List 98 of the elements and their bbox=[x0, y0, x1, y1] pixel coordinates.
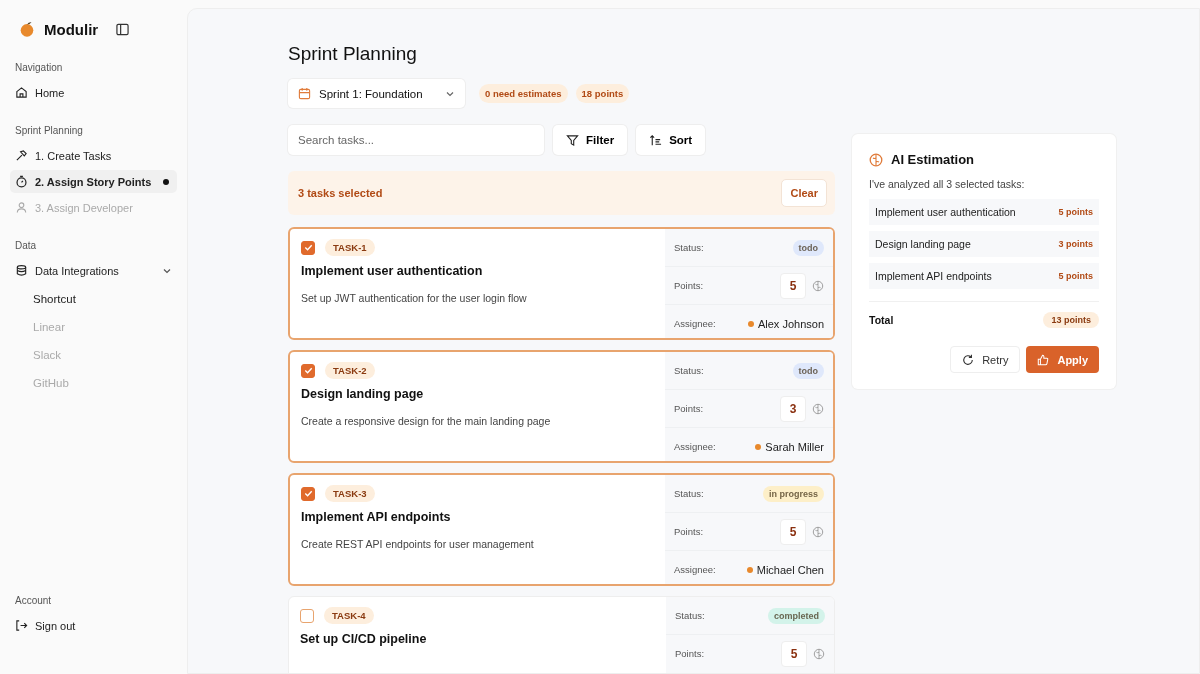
task-title: Set up CI/CD pipeline bbox=[300, 632, 428, 646]
selection-count: 3 tasks selected bbox=[298, 187, 383, 199]
status-badge: in progress bbox=[763, 485, 824, 502]
total-badge: 13 points bbox=[1043, 312, 1099, 328]
sidebar-item[interactable]: 1. Create Tasks bbox=[10, 144, 177, 167]
estimate-points: 5 points bbox=[1058, 271, 1093, 281]
filter-icon bbox=[566, 133, 579, 147]
field-label: Points: bbox=[674, 403, 704, 414]
estimate-task: Design landing page bbox=[875, 238, 971, 250]
check-icon bbox=[302, 242, 314, 253]
panel-title: AI Estimation bbox=[891, 152, 975, 167]
assignee-name: Sarah Miller bbox=[765, 440, 824, 453]
assignee-dot-icon bbox=[755, 443, 762, 450]
app-name: Modulir bbox=[44, 20, 99, 38]
hammer-icon bbox=[15, 149, 28, 162]
active-dot-icon bbox=[163, 178, 169, 185]
task-checkbox[interactable] bbox=[300, 608, 314, 623]
calendar-icon bbox=[298, 87, 311, 100]
check-icon bbox=[302, 365, 314, 376]
status-badge: completed bbox=[768, 607, 825, 624]
filter-button[interactable]: Filter bbox=[553, 125, 628, 155]
field-label: Assignee: bbox=[674, 318, 716, 329]
task-description: Create a responsive design for the main landing page bbox=[301, 415, 552, 427]
task-description: Set up JWT authentication for the user login flow bbox=[301, 292, 528, 304]
field-label: Status: bbox=[674, 488, 704, 499]
sidebar-subitem[interactable]: Shortcut bbox=[10, 285, 177, 313]
status-badge: todo bbox=[792, 362, 824, 379]
section-heading: Data bbox=[14, 240, 38, 251]
sort-button[interactable]: Sort bbox=[636, 125, 706, 155]
sidebar-toggle-icon[interactable] bbox=[116, 22, 130, 36]
brain-icon[interactable] bbox=[812, 402, 824, 415]
status-badge: todo bbox=[792, 239, 824, 256]
search-field[interactable]: Search tasks... bbox=[288, 125, 544, 155]
task-id-badge: TASK-4 bbox=[324, 607, 374, 624]
field-label: Points: bbox=[674, 280, 704, 291]
home-icon bbox=[15, 86, 28, 99]
apply-button[interactable]: Apply bbox=[1026, 346, 1099, 373]
count-badge: 18 points bbox=[575, 84, 630, 103]
panel-intro: I've analyzed all 3 selected tasks: bbox=[869, 178, 1026, 190]
database-icon bbox=[15, 264, 28, 277]
total-label: Total bbox=[869, 314, 894, 326]
count-badge: 0 need estimates bbox=[479, 84, 568, 103]
sidebar-item[interactable]: 2. Assign Story Points bbox=[10, 170, 177, 193]
field-label: Assignee: bbox=[674, 564, 716, 575]
task-title: Implement user authentication bbox=[301, 264, 484, 278]
brain-icon[interactable] bbox=[812, 525, 824, 538]
points-field[interactable]: 5 bbox=[781, 640, 807, 667]
field-label: Assignee: bbox=[674, 441, 716, 452]
field-label: Points: bbox=[675, 648, 705, 659]
task-card[interactable]: TASK-1 Implement user authentication Set up JWT authentication for the user login flow Status: todo Points: 5 Assignee: Alex Johnson bbox=[288, 227, 835, 340]
sprint-select[interactable]: Sprint 1: Foundation bbox=[288, 79, 465, 108]
check-icon bbox=[302, 488, 314, 499]
points-field[interactable]: 3 bbox=[780, 395, 806, 422]
section-heading: Account bbox=[14, 595, 53, 606]
clear-button[interactable]: Clear bbox=[781, 179, 827, 207]
timer-icon bbox=[15, 175, 28, 188]
estimate-task: Implement user authentication bbox=[875, 206, 1016, 218]
brain-icon[interactable] bbox=[812, 279, 824, 292]
sign-out-icon bbox=[15, 619, 28, 632]
thumbs-up-icon bbox=[1037, 353, 1050, 366]
task-id-badge: TASK-2 bbox=[325, 362, 375, 379]
sidebar-item[interactable]: Sign out bbox=[10, 614, 177, 637]
field-label: Points: bbox=[674, 526, 704, 537]
section-heading: Navigation bbox=[14, 62, 64, 73]
field-label: Status: bbox=[674, 242, 704, 253]
field-label: Status: bbox=[675, 610, 705, 621]
brain-icon bbox=[869, 152, 883, 167]
points-field[interactable]: 5 bbox=[780, 272, 806, 299]
task-checkbox[interactable] bbox=[301, 240, 315, 255]
task-card[interactable]: TASK-4 Set up CI/CD pipeline Status: completed Points: 5 bbox=[288, 596, 835, 673]
refresh-icon bbox=[962, 353, 975, 366]
section-heading: Sprint Planning bbox=[14, 125, 84, 136]
task-checkbox[interactable] bbox=[301, 363, 315, 378]
brain-icon[interactable] bbox=[813, 647, 825, 660]
points-field[interactable]: 5 bbox=[780, 518, 806, 545]
estimate-task: Implement API endpoints bbox=[875, 270, 992, 282]
task-description: Create REST API endpoints for user management bbox=[301, 538, 535, 550]
assignee-name: Michael Chen bbox=[756, 563, 824, 576]
estimate-points: 3 points bbox=[1058, 239, 1093, 249]
assignee-dot-icon bbox=[746, 566, 753, 573]
task-id-badge: TASK-1 bbox=[325, 239, 375, 256]
page-title: Sprint Planning bbox=[288, 43, 418, 65]
task-card[interactable]: TASK-2 Design landing page Create a responsive design for the main landing page Status: todo Points: 3 Assignee: Sarah Miller bbox=[288, 350, 835, 463]
sidebar-item[interactable]: Home bbox=[10, 81, 177, 104]
sort-icon bbox=[649, 133, 663, 147]
task-title: Design landing page bbox=[301, 387, 425, 401]
estimate-points: 5 points bbox=[1058, 207, 1093, 217]
task-title: Implement API endpoints bbox=[301, 510, 452, 524]
task-card[interactable]: TASK-3 Implement API endpoints Create REST API endpoints for user management Status: in progress Points: 5 Assignee: Michael Chen bbox=[288, 473, 835, 586]
assignee-name: Alex Johnson bbox=[757, 317, 824, 330]
fruit-logo-icon bbox=[18, 20, 36, 38]
field-label: Status: bbox=[674, 365, 704, 376]
assignee-dot-icon bbox=[747, 320, 754, 327]
user-icon bbox=[15, 201, 28, 214]
task-checkbox[interactable] bbox=[301, 486, 315, 501]
sidebar-item[interactable]: Data Integrations bbox=[10, 259, 177, 282]
task-id-badge: TASK-3 bbox=[325, 485, 375, 502]
retry-button[interactable]: Retry bbox=[950, 346, 1021, 373]
